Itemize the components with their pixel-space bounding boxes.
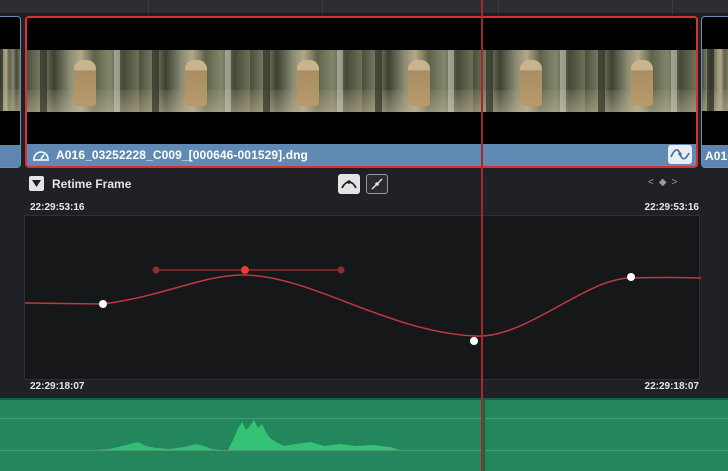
editor-title: Retime Frame xyxy=(52,177,132,191)
ruler-tick xyxy=(498,0,499,14)
triangle-down-icon xyxy=(32,180,41,187)
clip-label-bar: A016 xyxy=(702,145,728,167)
thumbnail-frame xyxy=(250,50,362,112)
ruler-tick xyxy=(148,0,149,14)
thumbnail-frame xyxy=(0,49,20,111)
keyframe-point[interactable] xyxy=(627,273,635,281)
timecode-bottom-right: 22:29:18:07 xyxy=(644,381,699,392)
clip-thumbnails xyxy=(0,49,20,111)
thumbnail-frame xyxy=(27,50,139,112)
clip-name: A016 xyxy=(705,149,728,163)
previous-keyframe-button[interactable]: < xyxy=(648,177,654,188)
clip-label-bar xyxy=(0,145,20,167)
thumbnail-frame xyxy=(702,49,728,111)
next-keyframe-button[interactable]: > xyxy=(672,177,678,188)
linear-keyframe-button[interactable] xyxy=(366,174,388,194)
bezier-icon xyxy=(341,180,357,189)
curve-icon xyxy=(670,148,690,160)
thumbnail-frame xyxy=(584,50,696,112)
retime-curve-svg xyxy=(25,266,701,345)
keyframe-point[interactable] xyxy=(470,337,478,345)
bezier-keyframe-button[interactable] xyxy=(338,174,360,194)
ruler-tick xyxy=(672,0,673,14)
clip-label-bar: A016_03252228_C009_[000646-001529].dng xyxy=(27,144,696,166)
playhead[interactable] xyxy=(481,0,483,471)
retime-curve-button[interactable] xyxy=(668,145,692,164)
timecode-top-left: 22:29:53:16 xyxy=(30,202,85,213)
add-keyframe-button[interactable]: ◆ xyxy=(659,177,667,188)
next-clip[interactable]: A016 xyxy=(701,16,728,168)
ruler-tick xyxy=(322,0,323,14)
timecode-top-right: 22:29:53:16 xyxy=(644,202,699,213)
thumbnail-frame xyxy=(361,50,473,112)
keyframe-point[interactable] xyxy=(99,300,107,308)
clip-thumbnails xyxy=(702,49,728,111)
linear-icon xyxy=(371,178,383,190)
audio-track[interactable] xyxy=(0,398,728,471)
timeline-ruler[interactable] xyxy=(0,0,728,14)
clip-name: A016_03252228_C009_[000646-001529].dng xyxy=(56,148,308,162)
bezier-handle-right[interactable] xyxy=(337,266,345,274)
clip-thumbnails xyxy=(27,50,696,112)
retime-graph[interactable] xyxy=(24,215,701,380)
timecode-bottom-left: 22:29:18:07 xyxy=(30,381,85,392)
collapse-button[interactable] xyxy=(29,176,44,191)
editor-header: Retime Frame < ◆ > xyxy=(0,172,728,196)
thumbnail-frame xyxy=(473,50,585,112)
selected-keyframe-point[interactable] xyxy=(241,266,249,274)
keyframe-navigation: < ◆ > xyxy=(648,177,677,188)
retime-curve-line xyxy=(25,274,701,337)
speedometer-icon xyxy=(33,151,49,161)
video-track: A016_03252228_C009_[000646-001529].dng A… xyxy=(0,14,728,172)
retime-curve-editor: Retime Frame < ◆ > 22:29:53:16 22:29:53:… xyxy=(0,172,728,398)
previous-clip[interactable] xyxy=(0,16,21,168)
thumbnail-frame xyxy=(138,50,250,112)
selected-clip[interactable]: A016_03252228_C009_[000646-001529].dng xyxy=(25,16,698,168)
audio-waveform xyxy=(95,420,400,450)
bezier-handle-left[interactable] xyxy=(152,266,160,274)
